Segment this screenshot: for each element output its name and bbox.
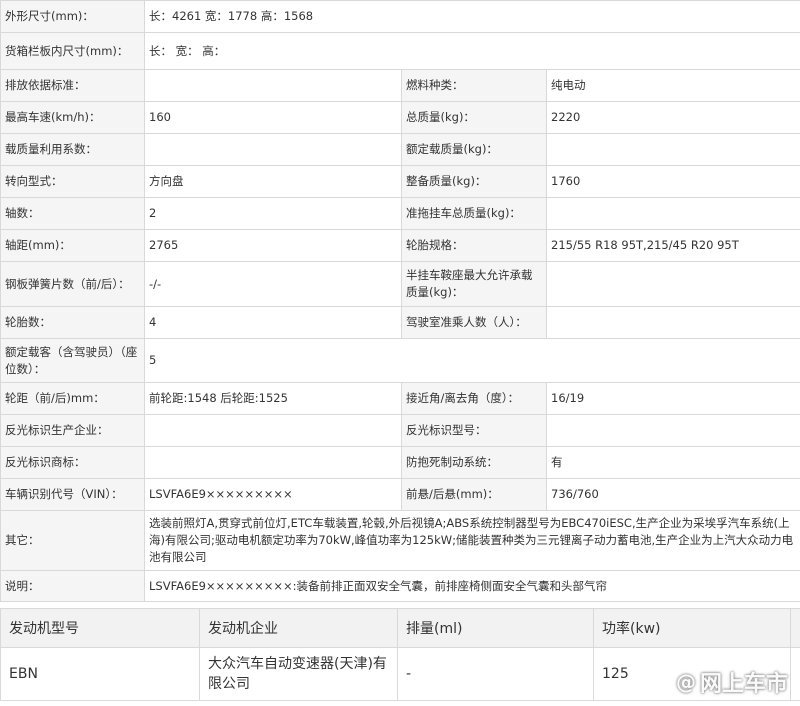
spec-value <box>144 133 402 166</box>
spec-value: 4 <box>144 306 402 339</box>
spec-value: 160 <box>144 101 402 134</box>
spec-row: 说明： LSVFA6E9×××××××××:装备前排正面双安全气囊，前排座椅侧面… <box>0 570 800 602</box>
spec-label: 接近角/离去角（度）： <box>401 382 547 415</box>
spec-row: 额定载客（含驾驶员）（座位数）： 5 <box>0 338 800 383</box>
spec-row: 轮距（前/后)mm： 前轮距:1548 后轮距:1525 接近角/离去角（度）：… <box>0 382 800 415</box>
spec-value: 前轮距:1548 后轮距:1525 <box>144 382 402 415</box>
spec-label: 总质量(kg)： <box>401 101 547 134</box>
engine-header-cell-overflow <box>790 608 800 648</box>
spec-value: 736/760 <box>545 478 800 511</box>
spec-value: 2765 <box>144 229 402 262</box>
spec-row: 排放依据标准： 燃料种类： 纯电动 <box>0 69 800 102</box>
spec-label: 半挂车鞍座最大允许承载质量(kg)： <box>401 261 547 307</box>
spec-label: 反光标识型号： <box>401 414 547 447</box>
spec-row: 反光标识生产企业： 反光标识型号： <box>0 414 800 447</box>
spec-label: 轮胎规格： <box>401 229 547 262</box>
spec-label: 轴距(mm)： <box>0 229 145 262</box>
spec-value: 方向盘 <box>144 165 402 198</box>
spec-label: 整备质量(kg)： <box>401 165 547 198</box>
spec-value: 1760 <box>545 165 800 198</box>
spec-value: 长：4261 宽：1778 高：1568 <box>143 0 800 33</box>
spec-value: -/- <box>144 261 402 307</box>
spec-label: 外形尺寸(mm)： <box>0 0 145 33</box>
spec-row: 载质量利用系数： 额定载质量(kg)： <box>0 133 800 166</box>
spec-label: 前悬/后悬(mm)： <box>401 478 547 511</box>
spec-label: 载质量利用系数： <box>0 133 145 166</box>
spec-row: 反光标识商标： 防抱死制动系统： 有 <box>0 446 800 479</box>
engine-cell-overflow <box>790 647 800 701</box>
spec-label: 排放依据标准： <box>0 69 145 102</box>
spec-label: 燃料种类： <box>401 69 547 102</box>
spec-value <box>545 414 800 447</box>
spec-row: 货箱栏板内尺寸(mm)： 长： 宽： 高： <box>0 32 800 70</box>
spec-value: 有 <box>545 446 800 479</box>
spec-label: 额定载质量(kg)： <box>401 133 547 166</box>
engine-header-cell: 功率(kw) <box>593 608 791 648</box>
spec-label: 车辆识别代号（VIN）： <box>0 478 145 511</box>
vehicle-spec-table: 外形尺寸(mm)： 长：4261 宽：1778 高：1568 货箱栏板内尺寸(m… <box>0 0 800 602</box>
spec-label: 轮胎数： <box>0 306 145 339</box>
spec-value <box>144 69 402 102</box>
spec-label: 额定载客（含驾驶员）（座位数）： <box>0 338 145 383</box>
spec-label: 货箱栏板内尺寸(mm)： <box>0 32 145 70</box>
spec-value <box>144 446 402 479</box>
spec-value <box>545 197 800 230</box>
engine-header-row: 发动机型号 发动机企业 排量(ml) 功率(kw) <box>0 608 800 648</box>
at-icon: @ <box>675 670 696 694</box>
spec-value: 5 <box>143 338 800 383</box>
spec-value: LSVFA6E9×××××××××:装备前排正面双安全气囊，前排座椅侧面安全气囊… <box>143 570 800 602</box>
engine-header-cell: 发动机企业 <box>199 608 398 648</box>
spec-label: 驾驶室准乘人数（人）： <box>401 306 547 339</box>
spec-label: 准拖挂车总质量(kg)： <box>401 197 547 230</box>
engine-header-cell: 排量(ml) <box>397 608 594 648</box>
spec-value: 长： 宽： 高： <box>143 32 800 70</box>
spec-value: LSVFA6E9××××××××× <box>144 478 402 511</box>
spec-value <box>144 414 402 447</box>
engine-cell: - <box>397 647 594 701</box>
spec-value: 选装前照灯A,贯穿式前位灯,ETC车载装置,轮毂,外后视镜A;ABS系统控制器型… <box>143 510 800 571</box>
engine-header-cell: 发动机型号 <box>0 608 200 648</box>
spec-value <box>545 133 800 166</box>
spec-value: 2 <box>144 197 402 230</box>
engine-cell: EBN <box>0 647 200 701</box>
spec-label: 轴数： <box>0 197 145 230</box>
spec-row: 外形尺寸(mm)： 长：4261 宽：1778 高：1568 <box>0 0 800 33</box>
spec-label: 反光标识商标： <box>0 446 145 479</box>
spec-label: 反光标识生产企业： <box>0 414 145 447</box>
spec-label: 防抱死制动系统： <box>401 446 547 479</box>
spec-label: 说明： <box>0 570 145 602</box>
spec-row: 轴数： 2 准拖挂车总质量(kg)： <box>0 197 800 230</box>
spec-value: 16/19 <box>545 382 800 415</box>
spec-label: 最高车速(km/h)： <box>0 101 145 134</box>
spec-row: 其它： 选装前照灯A,贯穿式前位灯,ETC车载装置,轮毂,外后视镜A;ABS系统… <box>0 510 800 571</box>
spec-row: 转向型式： 方向盘 整备质量(kg)： 1760 <box>0 165 800 198</box>
spec-value <box>545 306 800 339</box>
spec-row: 轮胎数： 4 驾驶室准乘人数（人）： <box>0 306 800 339</box>
spec-row: 最高车速(km/h)： 160 总质量(kg)： 2220 <box>0 101 800 134</box>
spec-value: 215/55 R18 95T,215/45 R20 95T <box>545 229 800 262</box>
spec-label: 钢板弹簧片数（前/后）： <box>0 261 145 307</box>
spec-label: 转向型式： <box>0 165 145 198</box>
spec-value <box>545 261 800 307</box>
watermark-text: 网上车市 <box>699 672 788 697</box>
spec-label: 轮距（前/后)mm： <box>0 382 145 415</box>
spec-value: 纯电动 <box>545 69 800 102</box>
spec-label: 其它： <box>0 510 145 571</box>
spec-row: 轴距(mm)： 2765 轮胎规格： 215/55 R18 95T,215/45… <box>0 229 800 262</box>
spec-row: 钢板弹簧片数（前/后）： -/- 半挂车鞍座最大允许承载质量(kg)： <box>0 261 800 307</box>
engine-cell: 大众汽车自动变速器(天津)有限公司 <box>199 647 398 701</box>
spec-row: 车辆识别代号（VIN）： LSVFA6E9××××××××× 前悬/后悬(mm)… <box>0 478 800 511</box>
spec-value: 2220 <box>545 101 800 134</box>
watermark-logo: @ 网上车市 <box>676 666 788 698</box>
